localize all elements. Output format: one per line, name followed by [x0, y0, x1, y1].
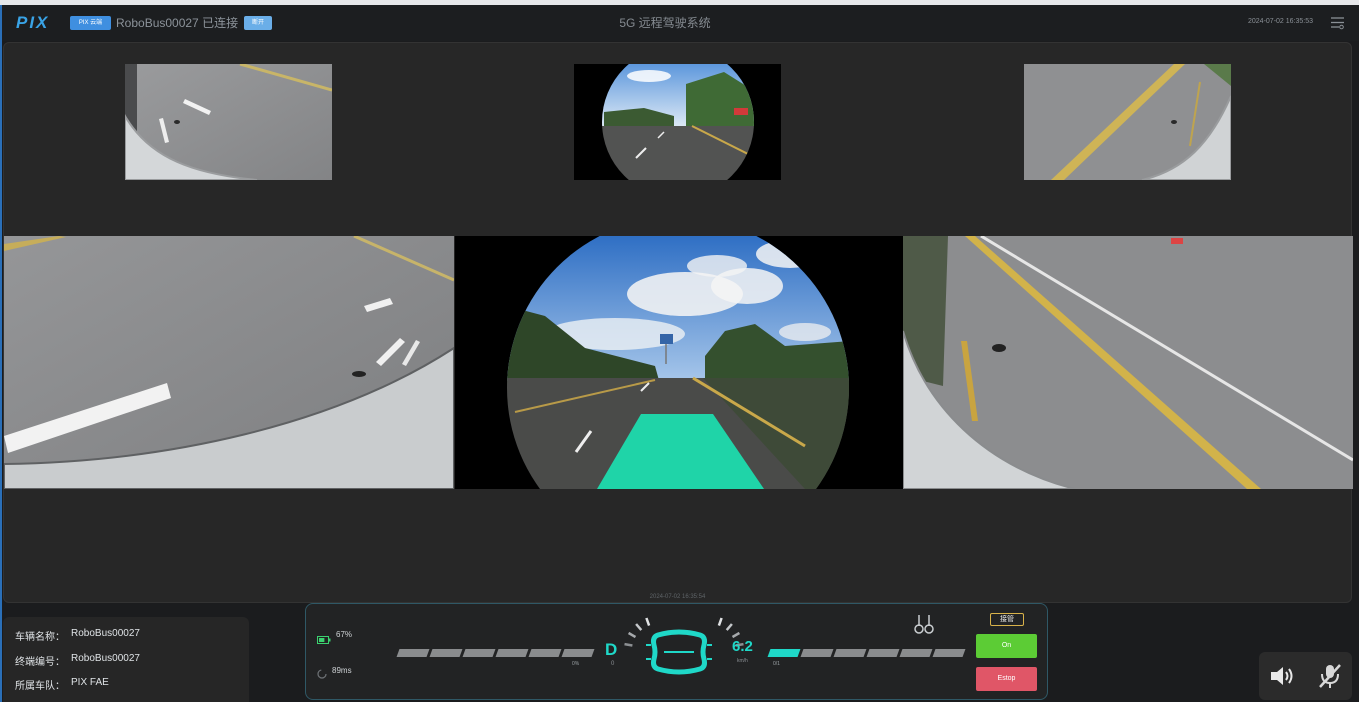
camera-left — [4, 236, 454, 489]
throttle-label: 0% — [572, 661, 580, 667]
header-datetime: 2024-07-02 16:35:53 — [1248, 18, 1313, 25]
brake-bar-segment — [899, 649, 933, 657]
camera-right — [903, 236, 1353, 489]
brake-label: 0/1 — [773, 661, 780, 667]
throttle-bar-segment — [462, 649, 496, 657]
fleet-label: 所属车队： — [15, 681, 65, 692]
terminal-id-row: 终端编号： RoboBus00027 — [15, 653, 140, 668]
window-left-border — [0, 5, 2, 702]
brake-bar-segment — [767, 649, 801, 657]
takeover-status: 接管 — [990, 613, 1024, 626]
joystick-icon[interactable] — [912, 613, 936, 640]
pix-logo: PIX — [16, 13, 50, 32]
throttle-bar — [396, 649, 595, 657]
camera-rear-right — [1024, 64, 1231, 180]
brake-bar-segment — [932, 649, 966, 657]
battery-icon — [317, 631, 331, 649]
mic-muted-icon[interactable] — [1317, 662, 1343, 695]
brake-bar-segment — [866, 649, 900, 657]
road-sign — [660, 334, 673, 344]
gear-sub-value: 0 — [611, 661, 615, 667]
throttle-bar-segment — [495, 649, 529, 657]
disconnect-button[interactable]: 断开 — [244, 16, 272, 30]
vehicle-name-row: 车辆名称： RoboBus00027 — [15, 628, 140, 643]
audio-controls — [1259, 652, 1352, 700]
volume-icon[interactable] — [1269, 664, 1297, 693]
fleet-value: PIX FAE — [71, 677, 109, 688]
speed-value: 6.2 — [732, 638, 753, 655]
throttle-bar-segment — [528, 649, 562, 657]
start-button[interactable]: On — [976, 634, 1037, 658]
brake-bar-segment — [800, 649, 834, 657]
vehicle-name-value: RoboBus00027 — [71, 628, 140, 639]
driving-dashboard: 67% 89ms 0% D 0 6.2 km/h 0/1 接管 On Estop — [305, 603, 1048, 700]
vehicle-info-panel: 车辆名称： RoboBus00027 终端编号： RoboBus00027 所属… — [3, 617, 249, 702]
throttle-bar-segment — [561, 649, 595, 657]
platform-badge: PIX 云端 — [70, 16, 111, 30]
terminal-id-label: 终端编号： — [15, 657, 65, 668]
emergency-stop-button[interactable]: Estop — [976, 667, 1037, 691]
terminal-id-value: RoboBus00027 — [71, 653, 140, 664]
page-title: 5G 远程驾驶系统 — [619, 16, 711, 30]
brake-bar — [767, 649, 966, 657]
latency-value: 89ms — [332, 666, 352, 675]
gear-indicator: D — [605, 640, 618, 659]
battery-level: 67% — [336, 630, 353, 639]
throttle-bar-segment — [396, 649, 430, 657]
camera-rear-left — [125, 64, 332, 180]
throttle-bar-segment — [429, 649, 463, 657]
signal-icon — [317, 666, 327, 684]
video-timestamp: 2024-07-02 16:35:54 — [649, 594, 706, 600]
vehicle-name-label: 车辆名称： — [15, 632, 65, 643]
steering-wheel-icon — [646, 629, 712, 680]
camera-rear-center — [574, 64, 781, 180]
vehicle-connection-status: RoboBus00027 已连接 — [116, 16, 239, 30]
brake-bar-segment — [833, 649, 867, 657]
menu-icon[interactable] — [1330, 15, 1345, 30]
fleet-row: 所属车队： PIX FAE — [15, 677, 109, 692]
speed-unit: km/h — [737, 658, 748, 664]
camera-front — [455, 236, 903, 489]
camera-grid-panel: 2024-07-02 16:35:54 — [3, 42, 1353, 603]
header-bar: PIX PIX 云端 RoboBus00027 已连接 断开 5G 远程驾驶系统… — [2, 5, 1359, 41]
